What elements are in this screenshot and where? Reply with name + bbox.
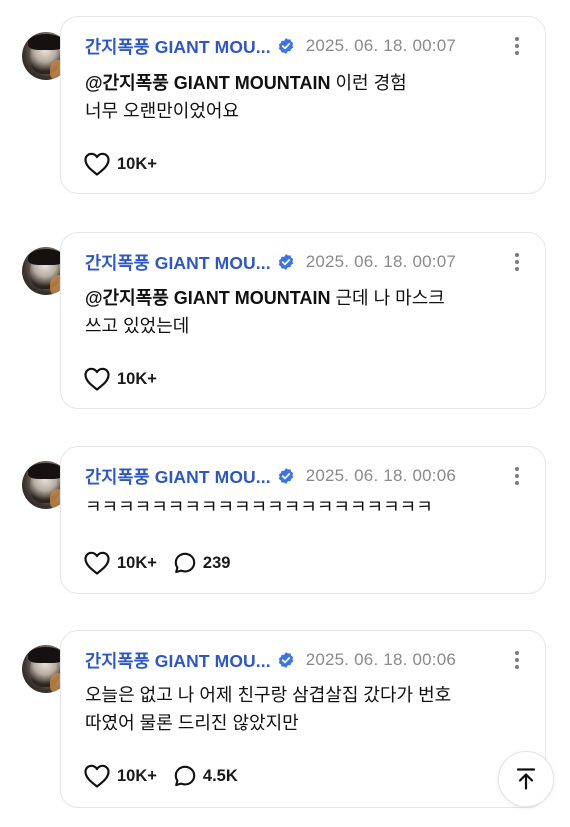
- comment-card: 간지폭풍 GIANT MOU... 2025. 06. 18. 00:07 @간…: [60, 16, 546, 194]
- like-button[interactable]: 10K+: [83, 550, 157, 576]
- comment-text-line1: ㅋㅋㅋㅋㅋㅋㅋㅋㅋㅋㅋㅋㅋㅋㅋㅋㅋㅋㅋㅋㅋ: [85, 497, 433, 517]
- timestamp: 2025. 06. 18. 00:06: [305, 650, 457, 669]
- verified-badge-icon: [278, 468, 293, 484]
- reply-count: 4.5K: [202, 766, 238, 785]
- comment-text-line1: 이런 경험: [330, 73, 407, 93]
- heart-icon: [84, 367, 110, 391]
- mention-link[interactable]: @간지폭풍 GIANT MOUNTAIN: [85, 288, 330, 308]
- verified-badge-icon: [278, 254, 293, 270]
- verified-badge-icon: [278, 38, 293, 54]
- timestamp: 2025. 06. 18. 00:07: [305, 252, 457, 271]
- comment-actions: 10K+ 4.5K: [83, 762, 254, 790]
- like-count: 10K+: [117, 553, 157, 572]
- comment-card: 간지폭풍 GIANT MOU... 2025. 06. 18. 00:06 ㅋㅋ…: [60, 446, 546, 594]
- speech-bubble-icon: [174, 552, 196, 574]
- comment-actions: 10K+: [83, 365, 173, 393]
- speech-bubble-icon: [174, 765, 196, 787]
- timestamp: 2025. 06. 18. 00:07: [305, 36, 457, 55]
- author-name[interactable]: 간지폭풍 GIANT MOU...: [85, 250, 271, 275]
- verified-badge-icon: [278, 652, 293, 668]
- author-name[interactable]: 간지폭풍 GIANT MOU...: [85, 34, 271, 59]
- heart-icon: [84, 764, 110, 788]
- like-count: 10K+: [117, 369, 157, 388]
- like-button[interactable]: 10K+: [83, 366, 157, 392]
- reply-button[interactable]: 4.5K: [173, 764, 238, 788]
- comment-header: 간지폭풍 GIANT MOU... 2025. 06. 18. 00:07: [85, 251, 527, 273]
- heart-icon: [84, 152, 110, 176]
- comment-text: ㅋㅋㅋㅋㅋㅋㅋㅋㅋㅋㅋㅋㅋㅋㅋㅋㅋㅋㅋㅋㅋ: [85, 493, 525, 521]
- comment-header: 간지폭풍 GIANT MOU... 2025. 06. 18. 00:07: [85, 35, 527, 57]
- like-count: 10K+: [117, 154, 157, 173]
- comment-header: 간지폭풍 GIANT MOU... 2025. 06. 18. 00:06: [85, 649, 527, 671]
- more-options-button[interactable]: [507, 647, 527, 673]
- comment-header: 간지폭풍 GIANT MOU... 2025. 06. 18. 00:06: [85, 465, 527, 487]
- comment-text-line1: 근데 나 마스크: [330, 288, 445, 308]
- more-options-button[interactable]: [507, 463, 527, 489]
- comment-text-line2: 너무 오랜만이었어요: [85, 101, 240, 121]
- timestamp: 2025. 06. 18. 00:06: [305, 466, 457, 485]
- comment-text: @간지폭풍 GIANT MOUNTAIN 근데 나 마스크 쓰고 있었는데: [85, 284, 525, 340]
- author-name[interactable]: 간지폭풍 GIANT MOU...: [85, 648, 271, 673]
- comment-text: 오늘은 없고 나 어제 친구랑 삼겹살집 갔다가 번호 따였어 물론 드리진 않…: [85, 681, 525, 737]
- arrow-up-icon: [516, 768, 536, 790]
- comment-card: 간지폭풍 GIANT MOU... 2025. 06. 18. 00:06 오늘…: [60, 630, 546, 808]
- reply-count: 239: [202, 553, 231, 572]
- like-button[interactable]: 10K+: [83, 763, 157, 789]
- heart-icon: [84, 551, 110, 575]
- comment-text-line2: 쓰고 있었는데: [85, 316, 190, 336]
- like-button[interactable]: 10K+: [83, 151, 157, 177]
- mention-link[interactable]: @간지폭풍 GIANT MOUNTAIN: [85, 73, 330, 93]
- more-options-button[interactable]: [507, 33, 527, 59]
- like-count: 10K+: [117, 766, 157, 785]
- comment-card: 간지폭풍 GIANT MOU... 2025. 06. 18. 00:07 @간…: [60, 232, 546, 409]
- comment-text-line2: 따였어 물론 드리진 않았지만: [85, 713, 299, 733]
- more-options-button[interactable]: [507, 249, 527, 275]
- comment-text: @간지폭풍 GIANT MOUNTAIN 이런 경험 너무 오랜만이었어요: [85, 69, 525, 125]
- comment-text-line1: 오늘은 없고 나 어제 친구랑 삼겹살집 갔다가 번호: [85, 685, 452, 705]
- author-name[interactable]: 간지폭풍 GIANT MOU...: [85, 464, 271, 489]
- comment-actions: 10K+: [83, 150, 173, 178]
- reply-button[interactable]: 239: [173, 551, 231, 575]
- comment-actions: 10K+ 239: [83, 549, 246, 577]
- scroll-to-top-button[interactable]: [498, 751, 554, 807]
